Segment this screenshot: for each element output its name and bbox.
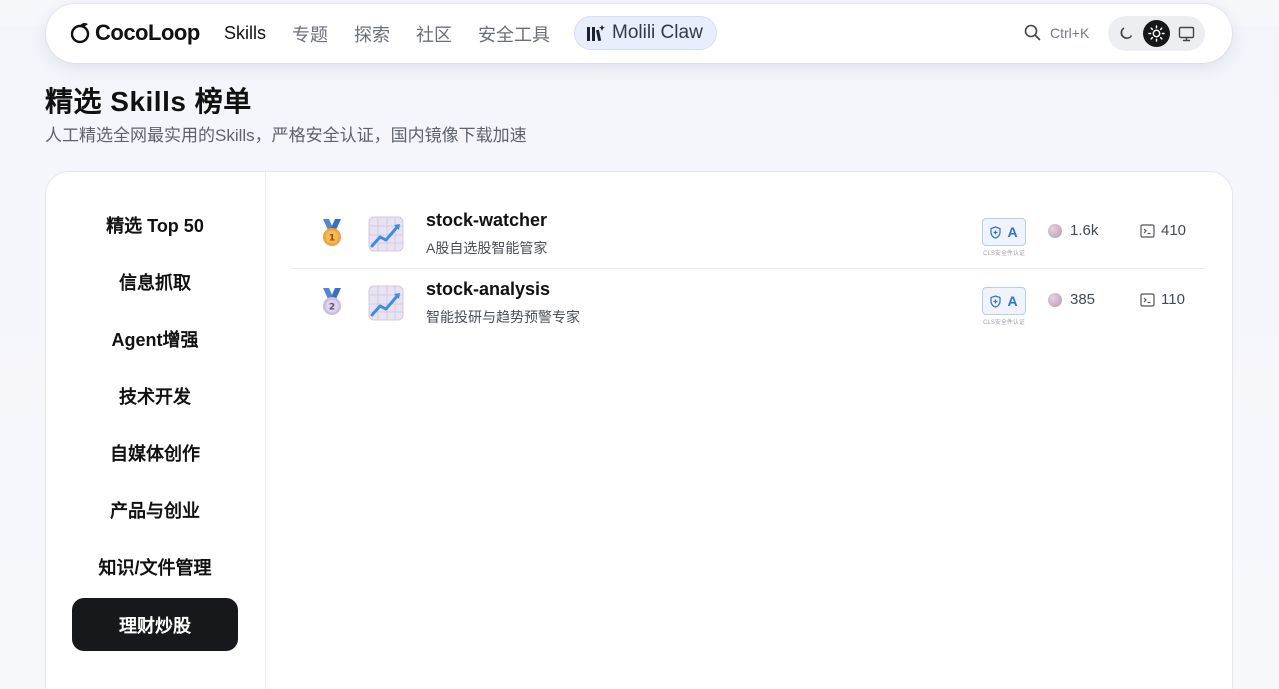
- skills-ranking-card: 精选 Top 50 信息抓取 Agent增强 技术开发 自媒体创作 产品与创业 …: [45, 171, 1233, 689]
- nav-links: Skills 专题 探索 社区 安全工具: [224, 4, 550, 63]
- star-dot-icon: [1048, 292, 1062, 307]
- skill-name[interactable]: stock-analysis: [426, 279, 550, 300]
- security-grade: A: [1007, 224, 1018, 240]
- stars-stat: 385: [1048, 291, 1095, 308]
- sidebar-item-agent-enhance[interactable]: Agent增强: [72, 312, 238, 365]
- moon-icon: [1120, 27, 1132, 39]
- claw-label: Molili Claw: [612, 22, 703, 43]
- installs-count: 410: [1161, 222, 1187, 239]
- star-dot-icon: [1048, 223, 1062, 238]
- search-shortcut: Ctrl+K: [1050, 24, 1090, 41]
- cocoloop-logo-icon: [70, 22, 90, 44]
- terminal-icon: [1140, 292, 1155, 307]
- sidebar-item-finance-stocks[interactable]: 理财炒股: [72, 598, 238, 651]
- terminal-icon: [1140, 223, 1155, 238]
- nav-link-explore[interactable]: 探索: [354, 21, 390, 47]
- skill-description: A股自选股智能管家: [426, 240, 548, 256]
- stars-stat: 1.6k: [1048, 222, 1098, 239]
- installs-count: 110: [1161, 291, 1185, 308]
- chart-trend-icon: [368, 216, 404, 252]
- gold-medal-icon: 1: [323, 219, 341, 246]
- light-mode-button[interactable]: [1142, 20, 1170, 47]
- security-grade: A: [1007, 293, 1018, 309]
- dark-mode-button[interactable]: [1113, 20, 1140, 47]
- sun-icon: [1148, 25, 1165, 42]
- sidebar-item-knowledge-files[interactable]: 知识/文件管理: [72, 540, 238, 593]
- nav-link-community[interactable]: 社区: [416, 21, 452, 47]
- search-trigger[interactable]: Ctrl+K: [1024, 24, 1089, 41]
- molili-claw-button[interactable]: Molili Claw: [574, 16, 717, 50]
- sidebar-item-media-creation[interactable]: 自媒体创作: [72, 426, 238, 479]
- security-badge[interactable]: A CLS安全件认证: [982, 287, 1028, 326]
- shield-plus-icon: [990, 294, 1002, 308]
- logo[interactable]: CocoLoop: [70, 20, 200, 46]
- skill-description: 智能投研与趋势预警专家: [426, 309, 580, 325]
- medal-rank: 2: [329, 303, 335, 313]
- logo-text: CocoLoop: [95, 20, 200, 45]
- stars-count: 1.6k: [1070, 222, 1099, 239]
- monitor-icon: [1179, 26, 1195, 41]
- search-icon: [1024, 24, 1041, 41]
- installs-stat: 410: [1140, 222, 1186, 239]
- installs-stat: 110: [1140, 291, 1185, 308]
- top-nav-bar: CocoLoop Skills 专题 探索 社区 安全工具 Molili Cla…: [46, 4, 1232, 63]
- skill-row[interactable]: 2 stock-analysis 智能投研与趋势预警专家 A CLS安全件认证 …: [292, 268, 1206, 336]
- category-sidebar: 精选 Top 50 信息抓取 Agent增强 技术开发 自媒体创作 产品与创业 …: [46, 172, 266, 689]
- nav-link-topics[interactable]: 专题: [292, 21, 328, 47]
- page-subtitle: 人工精选全网最实用的Skills，严格安全认证，国内镜像下载加速: [45, 126, 527, 145]
- system-mode-button[interactable]: [1173, 20, 1200, 47]
- theme-switcher: [1108, 16, 1205, 51]
- silver-medal-icon: 2: [323, 288, 341, 315]
- skill-name[interactable]: stock-watcher: [426, 210, 547, 231]
- stars-count: 385: [1070, 291, 1096, 308]
- skill-row[interactable]: 1 stock-watcher A股自选股智能管家 A CLS安全件认证 1.6…: [292, 200, 1206, 268]
- badge-caption: CLS安全件认证: [983, 320, 1025, 326]
- sidebar-item-tech-dev[interactable]: 技术开发: [72, 369, 238, 422]
- claw-bars-icon: [587, 25, 605, 42]
- sidebar-item-top50[interactable]: 精选 Top 50: [72, 198, 238, 251]
- badge-caption: CLS安全件认证: [983, 251, 1025, 257]
- sidebar-item-product-startup[interactable]: 产品与创业: [72, 483, 238, 536]
- nav-link-skills[interactable]: Skills: [224, 23, 266, 44]
- shield-plus-icon: [990, 225, 1002, 239]
- medal-rank: 1: [329, 234, 335, 244]
- sidebar-item-info-scraping[interactable]: 信息抓取: [72, 255, 238, 308]
- security-badge[interactable]: A CLS安全件认证: [982, 218, 1028, 257]
- chart-trend-icon: [368, 285, 404, 321]
- page-title: 精选 Skills 榜单: [45, 86, 252, 117]
- skills-list: 1 stock-watcher A股自选股智能管家 A CLS安全件认证 1.6…: [292, 200, 1206, 336]
- nav-link-security-tools[interactable]: 安全工具: [478, 21, 550, 47]
